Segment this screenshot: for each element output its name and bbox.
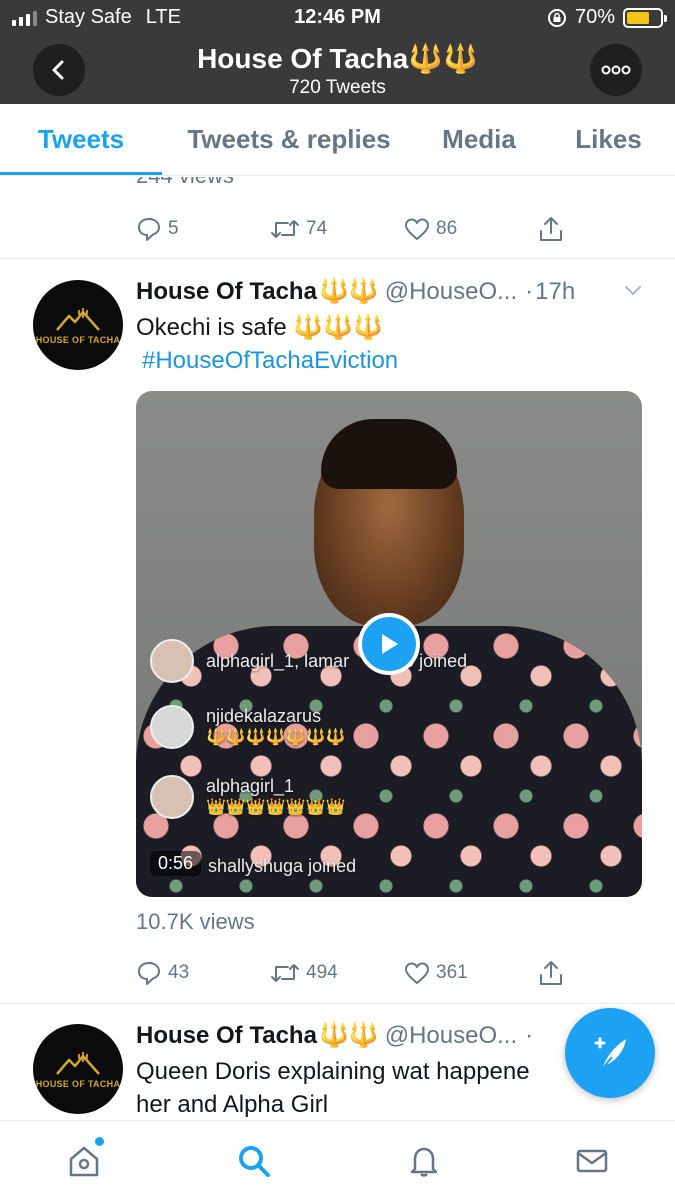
retweet-icon [271, 964, 299, 982]
live-comment-text: alphagirl_1, lamar [206, 651, 350, 671]
retweet-button[interactable]: 494 [270, 961, 404, 985]
live-comment-user: njidekalazarus [206, 706, 322, 726]
share-icon [540, 217, 562, 241]
notifications-tab[interactable] [404, 1141, 444, 1181]
separator-dot: · [525, 1021, 534, 1049]
author-name-emoji: 🔱🔱 [318, 278, 379, 305]
live-comment-msg: 👑👑👑👑👑👑👑 [206, 799, 346, 816]
profile-header: Stay Safe LTE 12:46 PM 70% House Of Tach… [0, 0, 675, 104]
retweet-count: 494 [306, 962, 338, 983]
tweet-text: Okechi is safe 🔱🔱🔱 #HouseOfTachaEviction [136, 311, 656, 377]
like-count: 86 [436, 218, 458, 239]
hashtag-link[interactable]: #HouseOfTachaEviction [142, 347, 398, 374]
home-icon [69, 1146, 99, 1177]
live-comment-text: shallyshuga joined [208, 856, 357, 876]
tweet-text-line: her and Alpha Girl [136, 1091, 329, 1118]
bottom-tab-bar [0, 1120, 675, 1200]
play-button[interactable] [358, 613, 420, 675]
more-button[interactable] [590, 44, 642, 96]
tweet-text-emoji: 🔱🔱🔱 [293, 314, 384, 341]
tab-likes[interactable]: Likes [542, 104, 675, 175]
heart-icon [405, 218, 429, 240]
reply-button[interactable]: 5 [136, 216, 270, 242]
mail-icon [576, 1149, 608, 1173]
avatar[interactable]: HOUSE OF TACHA [33, 1024, 123, 1114]
author-name-emoji: 🔱🔱 [318, 1022, 379, 1049]
commenter-avatar [150, 705, 194, 749]
author-handle[interactable]: @HouseO... [385, 1022, 517, 1050]
battery-icon [623, 7, 667, 28]
live-comment: njidekalazarus 🔱🔱🔱🔱🔱🔱🔱 [150, 705, 345, 749]
video-views: 10.7K views [136, 909, 255, 934]
compose-tweet-button[interactable] [565, 1008, 655, 1098]
like-button[interactable]: 86 [404, 217, 538, 241]
profile-name: House Of Tacha [197, 43, 409, 74]
reply-button[interactable]: 43 [136, 960, 270, 986]
notification-dot [95, 1137, 104, 1146]
like-count: 361 [436, 962, 468, 983]
heart-icon [405, 962, 429, 984]
profile-title: House Of Tacha🔱🔱 720 Tweets [0, 42, 675, 99]
tweet-actions: 43 494 361 [136, 957, 566, 989]
commenter-avatar [150, 639, 194, 683]
separator-dot: · [525, 277, 534, 305]
tweet-text-body: Okechi is safe [136, 314, 287, 341]
retweet-count: 74 [306, 218, 328, 239]
author-name[interactable]: House Of Tacha [136, 278, 317, 306]
author-name[interactable]: House Of Tacha [136, 1022, 317, 1050]
house-of-tacha-logo [56, 307, 100, 331]
share-button[interactable] [538, 959, 564, 987]
more-horizontal-icon [601, 65, 631, 75]
rotation-lock-icon [547, 8, 566, 27]
author-handle[interactable]: @HouseO... [385, 278, 517, 306]
compose-feather-icon [594, 1037, 626, 1070]
tweet-feed[interactable]: 244 views 5 74 86 HOUSE OF TACHA Hous [0, 177, 675, 1120]
video-duration: 0:56 [150, 851, 202, 876]
bell-icon [410, 1147, 438, 1177]
tweet-time: 17h [535, 277, 576, 305]
avatar-logo-text: HOUSE OF TACHA [35, 334, 121, 345]
house-of-tacha-logo [56, 1051, 100, 1075]
reply-icon [138, 218, 160, 241]
reply-icon [138, 962, 160, 985]
live-comment: alphagirl_1 👑👑👑👑👑👑👑 [150, 775, 345, 819]
tab-tweets-replies[interactable]: Tweets & replies [162, 104, 416, 175]
reply-count: 43 [168, 962, 190, 983]
prev-tweet-actions: 5 74 86 [136, 213, 566, 245]
messages-tab[interactable] [572, 1141, 612, 1181]
profile-name-emoji: 🔱🔱 [408, 43, 478, 74]
commenter-avatar [150, 775, 194, 819]
home-tab[interactable] [64, 1137, 104, 1181]
share-icon [540, 961, 562, 985]
reply-count: 5 [168, 218, 179, 239]
avatar[interactable]: HOUSE OF TACHA [33, 280, 123, 370]
chevron-down-icon[interactable] [622, 279, 644, 301]
search-icon [239, 1146, 270, 1177]
live-comment-user: alphagirl_1 [206, 776, 295, 796]
prev-tweet-views: 244 views [136, 177, 234, 189]
battery-percent: 70% [574, 6, 615, 28]
video-player[interactable]: alphagirl_1, lamar 1010 joined njidekala… [136, 391, 642, 897]
tab-tweets[interactable]: Tweets [0, 104, 162, 175]
play-icon [382, 634, 398, 654]
avatar-logo-text: HOUSE OF TACHA [35, 1078, 121, 1089]
tweet-count: 720 Tweets [289, 77, 386, 98]
like-button[interactable]: 361 [404, 961, 538, 985]
tweet-header: House Of Tacha 🔱🔱 @HouseO... · 17h [136, 277, 656, 306]
retweet-button[interactable]: 74 [270, 217, 404, 241]
video-frame-hair [321, 419, 457, 489]
tweet-divider [0, 258, 675, 259]
profile-tabs: Tweets Tweets & replies Media Likes [0, 104, 675, 176]
tweet-divider [0, 1003, 675, 1004]
live-comment-msg: 🔱🔱🔱🔱🔱🔱🔱 [206, 729, 346, 746]
search-tab[interactable] [234, 1141, 274, 1181]
tab-media[interactable]: Media [416, 104, 542, 175]
status-bar: Stay Safe LTE 12:46 PM 70% [0, 0, 675, 36]
share-button[interactable] [538, 215, 564, 243]
retweet-icon [271, 220, 299, 238]
